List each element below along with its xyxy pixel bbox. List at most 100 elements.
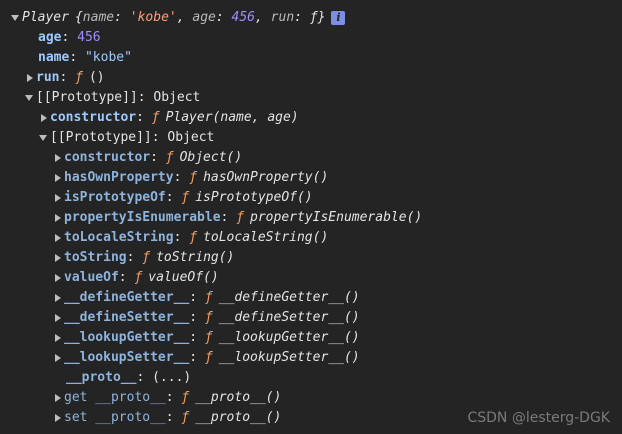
function-symbol-icon: ƒ	[189, 170, 198, 185]
method-row[interactable]: isPrototypeOf: ƒ isPrototypeOf()	[0, 188, 622, 208]
object-preview-open: {	[74, 10, 83, 25]
method-row[interactable]: constructor: ƒ Object()	[0, 148, 622, 168]
preview-key-run: run	[270, 10, 295, 25]
prototype-key: [[Prototype]]	[50, 130, 152, 145]
preview-value-age: 456	[231, 10, 256, 25]
method-row[interactable]: __lookupSetter__: ƒ __lookupSetter__()	[0, 348, 622, 368]
prop-key: age	[38, 30, 62, 45]
setter-key: set __proto__	[64, 410, 166, 425]
function-symbol-icon: ƒ	[165, 150, 174, 165]
method-key: valueOf	[64, 270, 119, 285]
accessor-key: __proto__	[66, 370, 137, 385]
prop-row-name: name: "kobe"	[0, 48, 622, 68]
function-symbol-icon: ƒ	[181, 410, 190, 425]
prop-row-age: age: 456	[0, 28, 622, 48]
method-key: __lookupGetter__	[64, 330, 190, 345]
expand-triangle-icon[interactable]	[38, 108, 50, 128]
function-signature: Player(name, age)	[165, 110, 299, 125]
info-icon[interactable]: i	[331, 11, 346, 25]
function-symbol-icon: ƒ	[236, 210, 245, 225]
method-row[interactable]: __defineSetter__: ƒ __defineSetter__()	[0, 308, 622, 328]
function-symbol-icon: ƒ	[204, 350, 213, 365]
method-key: hasOwnProperty	[64, 170, 174, 185]
function-signature: __proto__()	[195, 410, 282, 425]
prop-row-run[interactable]: run: ƒ ()	[0, 68, 622, 88]
method-key: constructor	[64, 150, 151, 165]
method-row[interactable]: hasOwnProperty: ƒ hasOwnProperty()	[0, 168, 622, 188]
expand-triangle-icon[interactable]	[24, 88, 36, 108]
method-key: toLocaleString	[64, 230, 174, 245]
function-signature: toLocaleString()	[203, 230, 329, 245]
prop-key: constructor	[50, 110, 137, 125]
expand-triangle-icon[interactable]	[52, 208, 64, 228]
expand-triangle-icon[interactable]	[52, 328, 64, 348]
function-signature: __defineSetter__()	[218, 310, 360, 325]
function-signature: __proto__()	[195, 390, 282, 405]
expand-triangle-icon[interactable]	[38, 128, 50, 148]
getter-row[interactable]: get __proto__: ƒ __proto__()	[0, 388, 622, 408]
function-symbol-icon: ƒ	[189, 230, 198, 245]
prototype-row-2[interactable]: [[Prototype]]: Object	[0, 128, 622, 148]
expand-triangle-icon[interactable]	[52, 388, 64, 408]
prop-key: name	[38, 50, 70, 65]
method-key: __lookupSetter__	[64, 350, 190, 365]
function-signature: valueOf()	[148, 270, 219, 285]
expand-triangle-icon[interactable]	[52, 248, 64, 268]
proto-accessor-row[interactable]: __proto__: (...)	[0, 368, 622, 388]
function-signature: __defineGetter__()	[218, 290, 360, 305]
prototype-key: [[Prototype]]	[36, 90, 138, 105]
function-symbol-icon: ƒ	[204, 310, 213, 325]
expand-triangle-icon[interactable]	[52, 268, 64, 288]
function-signature: __lookupSetter__()	[218, 350, 360, 365]
method-row[interactable]: __lookupGetter__: ƒ __lookupGetter__()	[0, 328, 622, 348]
prop-row-constructor[interactable]: constructor: ƒ Player(name, age)	[0, 108, 622, 128]
object-root-row[interactable]: Player { name: 'kobe', age: 456, run: ƒ …	[0, 8, 622, 28]
method-key: toString	[64, 250, 127, 265]
expand-triangle-icon[interactable]	[52, 408, 64, 428]
function-symbol-icon: ƒ	[204, 330, 213, 345]
method-row[interactable]: toLocaleString: ƒ toLocaleString()	[0, 228, 622, 248]
method-row[interactable]: toString: ƒ toString()	[0, 248, 622, 268]
preview-value-name: 'kobe'	[129, 10, 177, 25]
function-signature: propertyIsEnumerable()	[250, 210, 423, 225]
expand-triangle-icon[interactable]	[52, 288, 64, 308]
accessor-value[interactable]: (...)	[152, 368, 191, 388]
function-symbol-icon: ƒ	[151, 110, 160, 125]
expand-triangle-icon[interactable]	[52, 228, 64, 248]
expand-triangle-icon[interactable]	[52, 188, 64, 208]
expand-triangle-icon[interactable]	[52, 308, 64, 328]
getter-key: get __proto__	[64, 390, 166, 405]
function-symbol-icon: ƒ	[75, 70, 83, 85]
function-signature: hasOwnProperty()	[203, 170, 329, 185]
method-key: isPrototypeOf	[64, 190, 166, 205]
function-signature: __lookupGetter__()	[218, 330, 360, 345]
function-signature: toString()	[156, 250, 235, 265]
function-symbol-icon: ƒ	[134, 270, 143, 285]
expand-triangle-icon[interactable]	[52, 148, 64, 168]
expand-triangle-icon[interactable]	[24, 68, 36, 88]
preview-key-name: name	[82, 10, 115, 25]
prop-value-string: "kobe"	[84, 50, 132, 65]
method-key: __defineGetter__	[64, 290, 190, 305]
object-class-name: Player	[22, 10, 69, 25]
function-signature: isPrototypeOf()	[195, 190, 313, 205]
expand-triangle-icon[interactable]	[52, 168, 64, 188]
preview-value-run: ƒ	[309, 10, 318, 25]
watermark-text: CSDN @lesterg-DGK	[467, 410, 610, 426]
function-signature: Object()	[179, 150, 243, 165]
function-symbol-icon: ƒ	[181, 190, 190, 205]
expand-triangle-icon[interactable]	[52, 348, 64, 368]
prototype-row-1[interactable]: [[Prototype]]: Object	[0, 88, 622, 108]
method-row[interactable]: valueOf: ƒ valueOf()	[0, 268, 622, 288]
function-symbol-icon: ƒ	[181, 390, 190, 405]
object-preview-close: }	[317, 10, 326, 25]
method-key: propertyIsEnumerable	[64, 210, 221, 225]
method-row[interactable]: propertyIsEnumerable: ƒ propertyIsEnumer…	[0, 208, 622, 228]
devtools-console-object-tree: Player { name: 'kobe', age: 456, run: ƒ …	[0, 0, 622, 434]
method-key: __defineSetter__	[64, 310, 190, 325]
expand-triangle-icon[interactable]	[10, 8, 22, 28]
method-row[interactable]: __defineGetter__: ƒ __defineGetter__()	[0, 288, 622, 308]
prop-key: run	[36, 70, 60, 85]
preview-key-age: age	[192, 10, 216, 25]
function-symbol-icon: ƒ	[142, 250, 151, 265]
